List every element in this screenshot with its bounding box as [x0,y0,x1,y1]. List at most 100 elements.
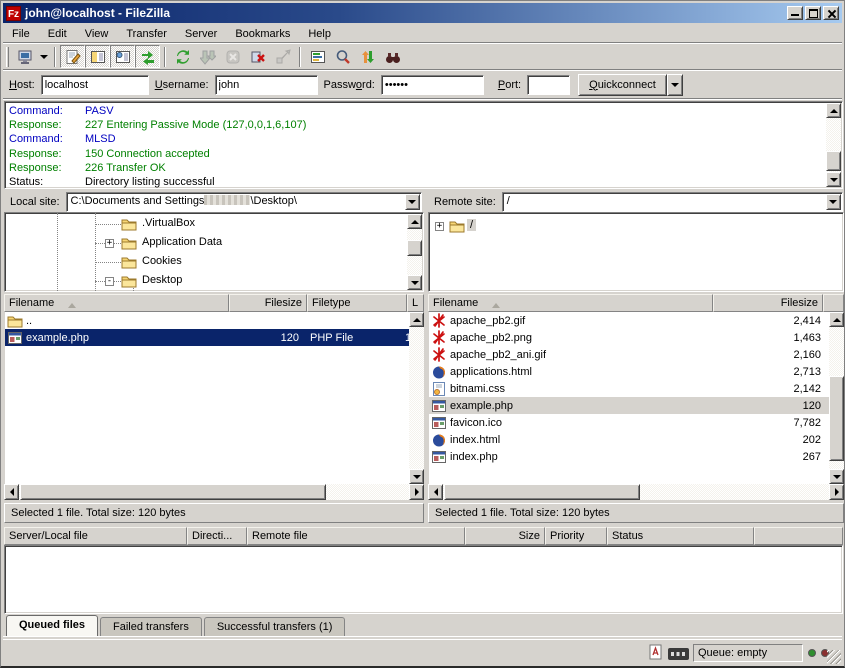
menu-help[interactable]: Help [299,26,340,42]
menu-server[interactable]: Server [176,26,226,42]
file-row[interactable]: apache_pb2.gif2,414 [429,312,829,329]
local-site-dropdown[interactable] [405,194,420,210]
toggle-queue-button[interactable] [135,45,160,68]
remote-list-vscrollbar[interactable] [829,312,844,484]
file-row[interactable]: applications.html2,713 [429,363,829,380]
column-header-filetype[interactable]: Filetype [307,294,407,312]
scroll-thumb[interactable] [444,484,640,500]
data-type-icon[interactable] [649,644,663,664]
toggle-remote-tree-button[interactable] [110,45,135,68]
scroll-thumb[interactable] [829,376,844,461]
column-header-priority[interactable]: Priority [545,527,607,545]
collapse-icon[interactable]: - [105,277,114,286]
column-header-modified[interactable]: L [407,294,424,312]
toggle-local-tree-button[interactable] [85,45,110,68]
process-queue-button[interactable] [195,45,220,68]
password-input[interactable] [381,75,484,95]
log-scrollbar[interactable] [826,103,841,187]
synchronized-browsing-button[interactable] [355,45,380,68]
quickconnect-dropdown[interactable] [667,74,683,96]
tab-queued-files[interactable]: Queued files [6,615,98,636]
column-header-filename[interactable]: Filename [4,294,229,312]
resize-grip[interactable] [827,650,841,664]
remote-list-hscrollbar[interactable] [428,484,844,500]
scroll-down-button[interactable] [409,469,424,484]
column-header-size[interactable]: Size [465,527,545,545]
column-header-filesize[interactable]: Filesize [713,294,823,312]
refresh-button[interactable] [170,45,195,68]
tree-item-root[interactable]: + / [429,218,843,235]
menu-transfer[interactable]: Transfer [117,26,176,42]
file-row[interactable]: bitnami.css2,142 [429,380,829,397]
reconnect-button[interactable] [270,45,295,68]
compare-directories-button[interactable] [330,45,355,68]
site-manager-dropdown[interactable] [37,45,50,68]
scroll-thumb[interactable] [826,151,841,171]
file-row-selected[interactable]: example.php120 [429,397,829,414]
tree-item-virtualbox[interactable]: .VirtualBox [5,216,423,233]
port-input[interactable] [527,75,570,95]
firefox-icon [431,432,447,448]
scroll-up-button[interactable] [409,312,424,327]
scroll-down-button[interactable] [829,469,844,484]
remote-site-dropdown[interactable] [826,194,841,210]
scroll-thumb[interactable] [407,240,422,256]
expand-icon[interactable]: + [105,239,114,248]
scroll-thumb[interactable] [20,484,326,500]
tab-successful-transfers[interactable]: Successful transfers (1) [204,617,346,636]
file-row[interactable]: index.html202 [429,431,829,448]
directory-filter-button[interactable] [305,45,330,68]
file-row[interactable]: index.php267 [429,448,829,465]
tree-item-application-data[interactable]: + Application Data [5,235,423,252]
column-header-filesize[interactable]: Filesize [229,294,307,312]
file-row[interactable]: apache_pb2_ani.gif2,160 [429,346,829,363]
scroll-right-button[interactable] [829,484,844,500]
folder-icon [121,254,137,270]
cancel-button[interactable] [220,45,245,68]
scroll-down-button[interactable] [407,275,422,290]
remote-site-combo[interactable]: / [502,192,843,212]
title-bar[interactable]: Fz john@localhost - FileZilla [3,3,842,23]
file-row-parent[interactable]: .. [5,312,409,329]
site-manager-button[interactable] [12,45,37,68]
column-header-filename[interactable]: Filename [428,294,713,312]
scroll-up-button[interactable] [829,312,844,327]
local-tree-scrollbar[interactable] [407,214,422,290]
scroll-left-button[interactable] [428,484,443,500]
toggle-log-button[interactable] [60,45,85,68]
menu-view[interactable]: View [76,26,118,42]
column-header-status[interactable]: Status [607,527,754,545]
find-files-button[interactable] [380,45,405,68]
menu-file[interactable]: File [3,26,39,42]
tree-item-cookies[interactable]: Cookies [5,254,423,271]
file-row-selected[interactable]: example.php 120 PHP File 1 [5,329,409,346]
username-input[interactable] [215,75,318,95]
column-header-direction[interactable]: Directi... [187,527,247,545]
menu-bookmarks[interactable]: Bookmarks [226,26,299,42]
disconnect-button[interactable] [245,45,270,68]
toolbar-grip[interactable] [6,47,9,67]
quickconnect-button[interactable]: Quickconnect [578,74,667,96]
scroll-up-button[interactable] [407,214,422,229]
scroll-down-button[interactable] [826,172,841,187]
local-site-combo[interactable]: C:\Documents and Settings\Desktop\ [66,192,422,212]
file-row[interactable]: apache_pb2.png1,463 [429,329,829,346]
scroll-left-button[interactable] [4,484,19,500]
scroll-up-button[interactable] [826,103,841,118]
column-header-server-local-file[interactable]: Server/Local file [4,527,187,545]
remote-status: Selected 1 file. Total size: 120 bytes [428,503,844,523]
local-list-vscrollbar[interactable] [409,312,424,484]
file-row[interactable]: favicon.ico7,782 [429,414,829,431]
local-list-hscrollbar[interactable] [4,484,424,500]
column-header-remote-file[interactable]: Remote file [247,527,465,545]
host-input[interactable] [41,75,149,95]
scroll-right-button[interactable] [409,484,424,500]
indicator-badge-icon[interactable] [668,648,689,663]
tab-failed-transfers[interactable]: Failed transfers [100,617,202,636]
minimize-button[interactable] [787,6,803,20]
maximize-button[interactable] [805,6,821,20]
expand-icon[interactable]: + [435,222,444,231]
tree-item-desktop[interactable]: - Desktop [5,273,423,290]
menu-edit[interactable]: Edit [39,26,76,42]
close-button[interactable] [823,6,839,20]
